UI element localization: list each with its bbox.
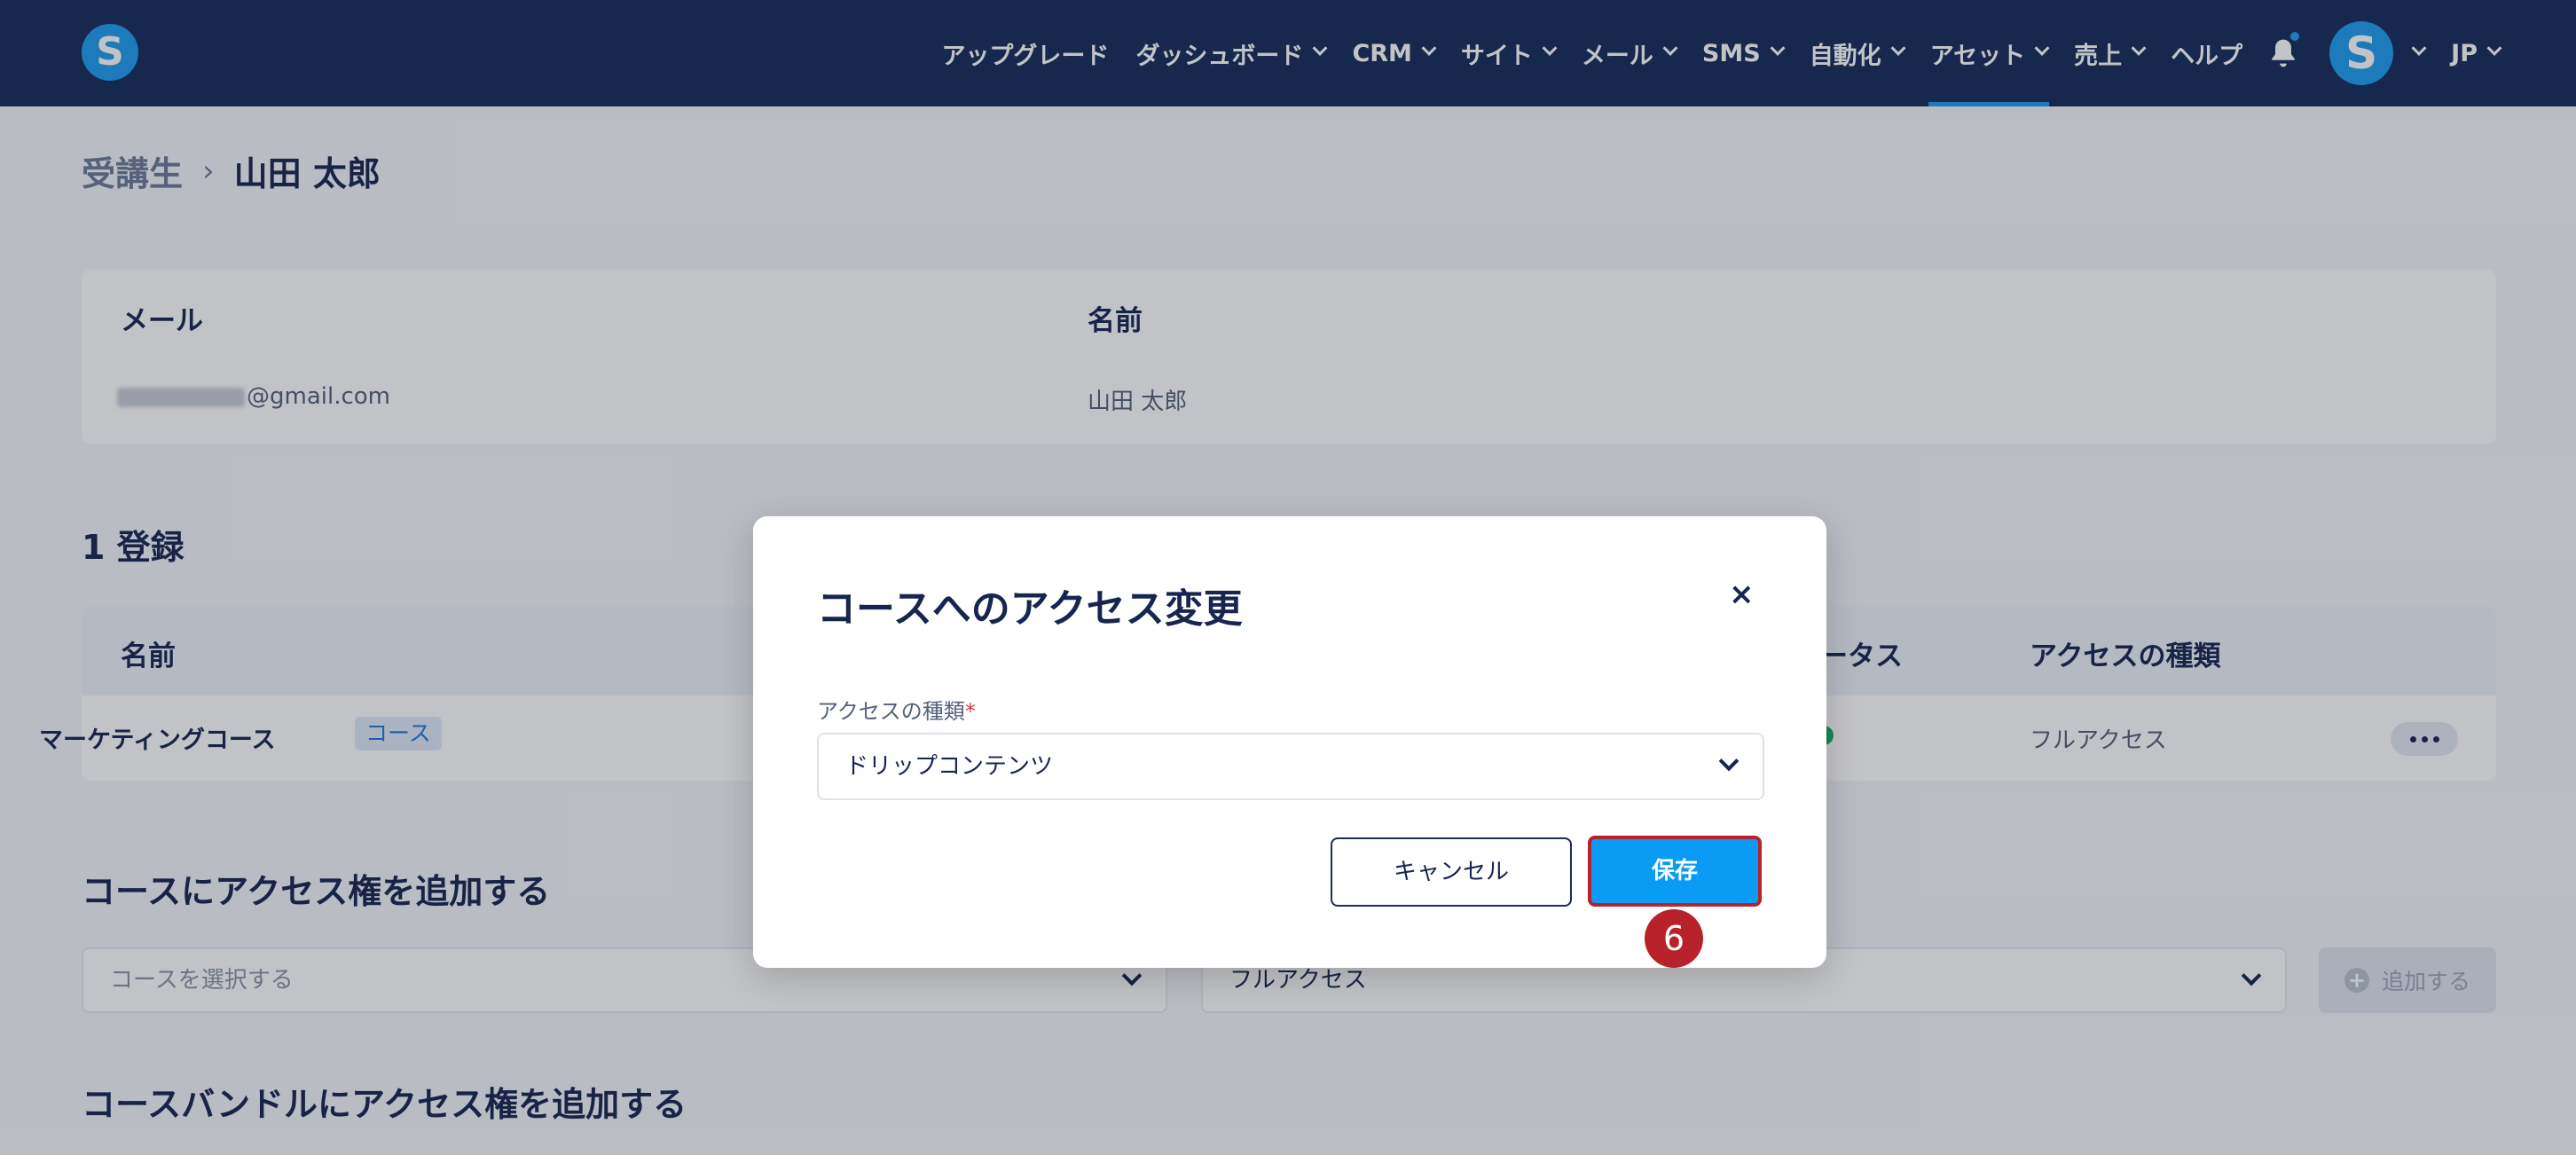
access-type-label-text: アクセスの種類 [817,699,965,724]
modal-title: コースへのアクセス変更 [817,586,1243,632]
save-button[interactable]: 保存 [1588,836,1762,907]
modal-access-type-value: ドリップコンテンツ [845,753,1054,780]
close-icon[interactable]: × [1729,577,1755,612]
access-type-field-label: アクセスの種類* [817,694,976,725]
modal-access-type-select[interactable]: ドリップコンテンツ [817,733,1764,800]
chevron-down-icon [1718,750,1740,772]
step-number-badge: 6 [1645,909,1703,968]
cancel-button[interactable]: キャンセル [1331,837,1572,907]
required-mark: * [964,699,976,724]
change-access-modal: コースへのアクセス変更 × アクセスの種類* ドリップコンテンツ キャンセル 保… [753,516,1826,968]
